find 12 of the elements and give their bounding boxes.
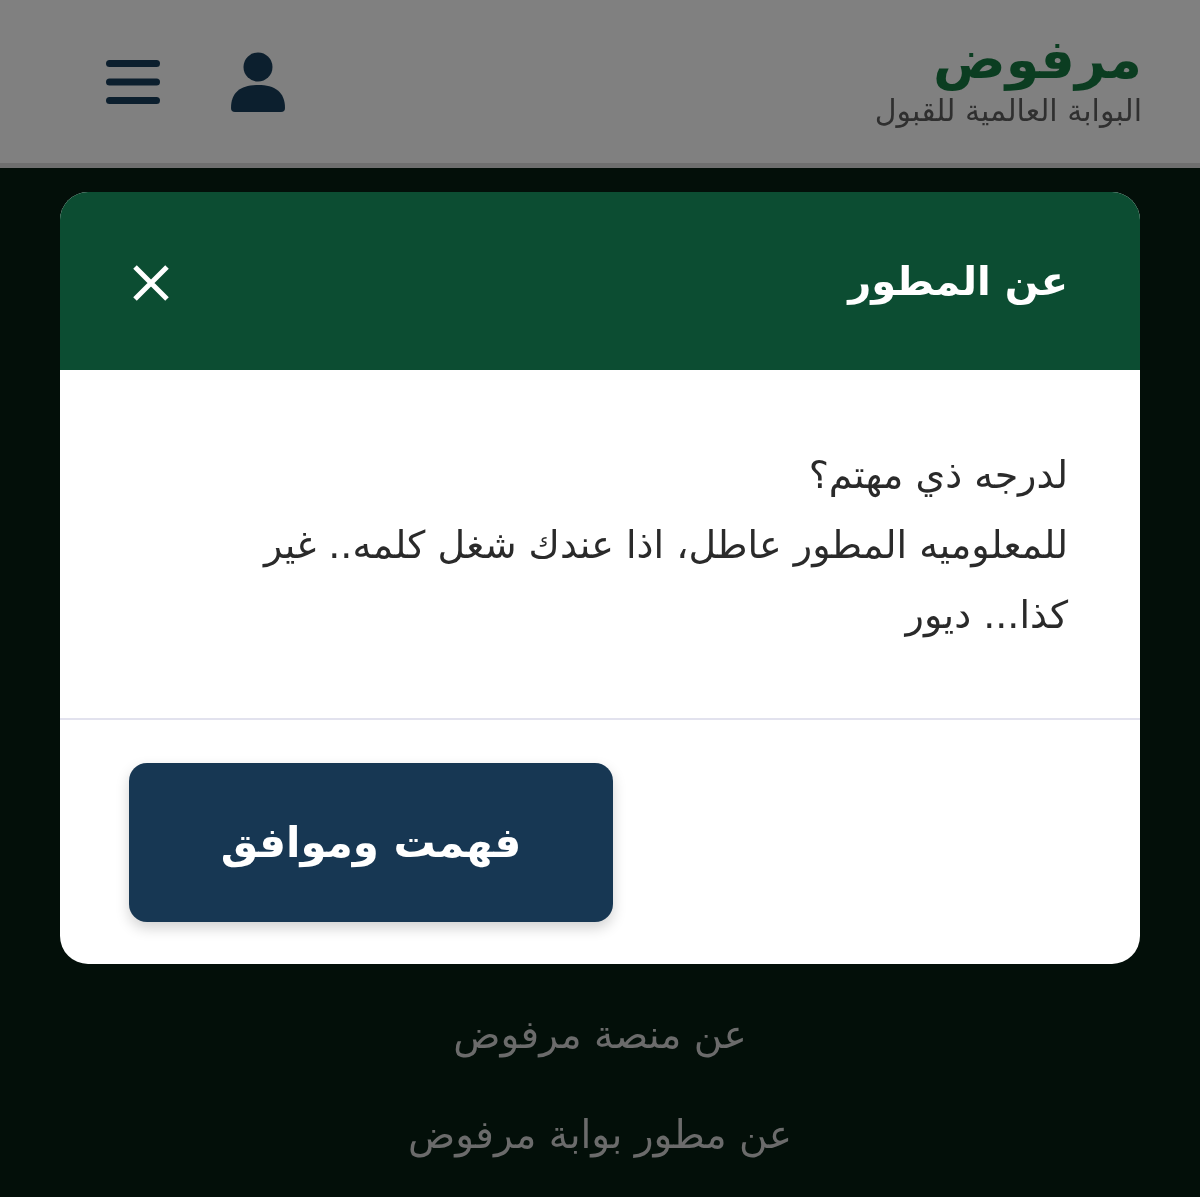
user-icon[interactable] [231, 51, 285, 112]
confirm-button[interactable]: فهمت وموافق [129, 763, 613, 922]
close-icon [132, 264, 170, 302]
menu-icon[interactable] [106, 59, 160, 104]
close-button[interactable] [132, 264, 170, 302]
footer-link[interactable]: عن منصة مرفوض [453, 1005, 747, 1065]
modal-title: عن المطور [848, 257, 1068, 307]
footer-link[interactable]: عن مطور بوابة مرفوض [408, 1105, 792, 1165]
site-tagline: البوابة العالمية للقبول [874, 92, 1142, 129]
modal-paragraph: لدرجه ذي مهتم؟ [807, 452, 1068, 500]
modal-paragraph: للمعلوميه المطور عاطل، اذا عندك شغل كلمه.. غير كذا... ديور [261, 522, 1068, 640]
site-logo[interactable]: مرفوض [933, 26, 1142, 93]
